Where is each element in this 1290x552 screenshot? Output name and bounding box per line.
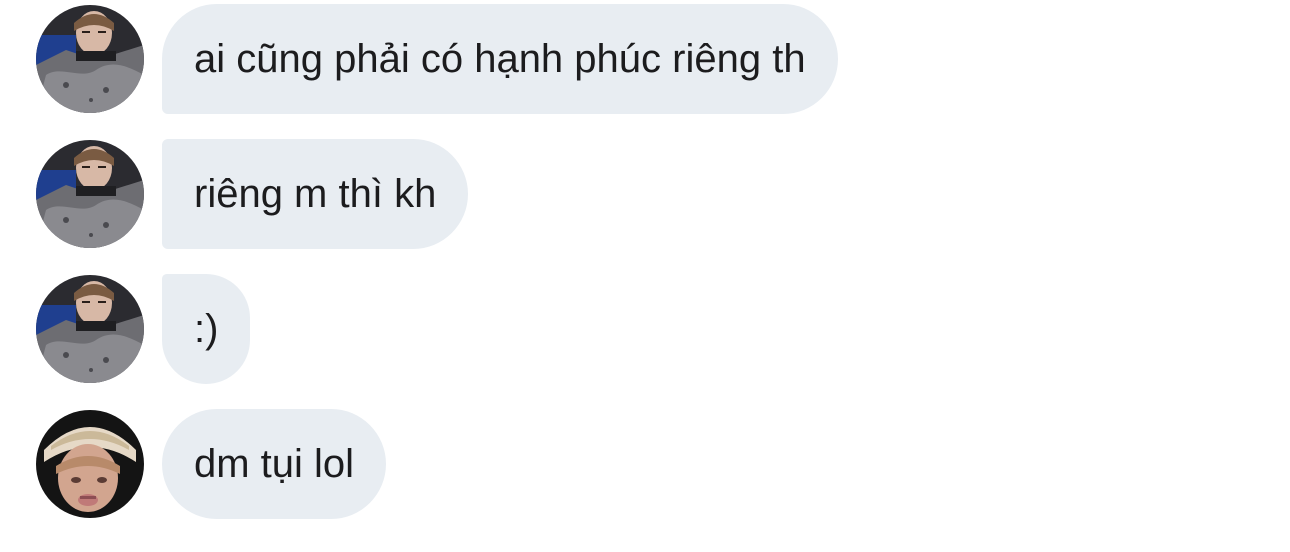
user-a-avatar-icon[interactable] bbox=[36, 275, 144, 383]
user-a-avatar-icon[interactable] bbox=[36, 5, 144, 113]
user-a-avatar-icon[interactable] bbox=[36, 140, 144, 248]
message-row: ai cũng phải có hạnh phúc riêng th bbox=[36, 4, 838, 114]
message-row: dm tụi lol bbox=[36, 409, 387, 519]
message-bubble[interactable]: ai cũng phải có hạnh phúc riêng th bbox=[162, 4, 838, 114]
message-bubble[interactable]: :) bbox=[162, 274, 251, 384]
user-b-avatar-icon[interactable] bbox=[36, 410, 144, 518]
message-bubble[interactable]: dm tụi lol bbox=[162, 409, 387, 519]
message-bubble[interactable]: riêng m thì kh bbox=[162, 139, 469, 249]
message-row: :) bbox=[36, 274, 251, 384]
message-thread: ai cũng phải có hạnh phúc riêng th riêng… bbox=[0, 0, 1290, 552]
message-row: riêng m thì kh bbox=[36, 139, 469, 249]
